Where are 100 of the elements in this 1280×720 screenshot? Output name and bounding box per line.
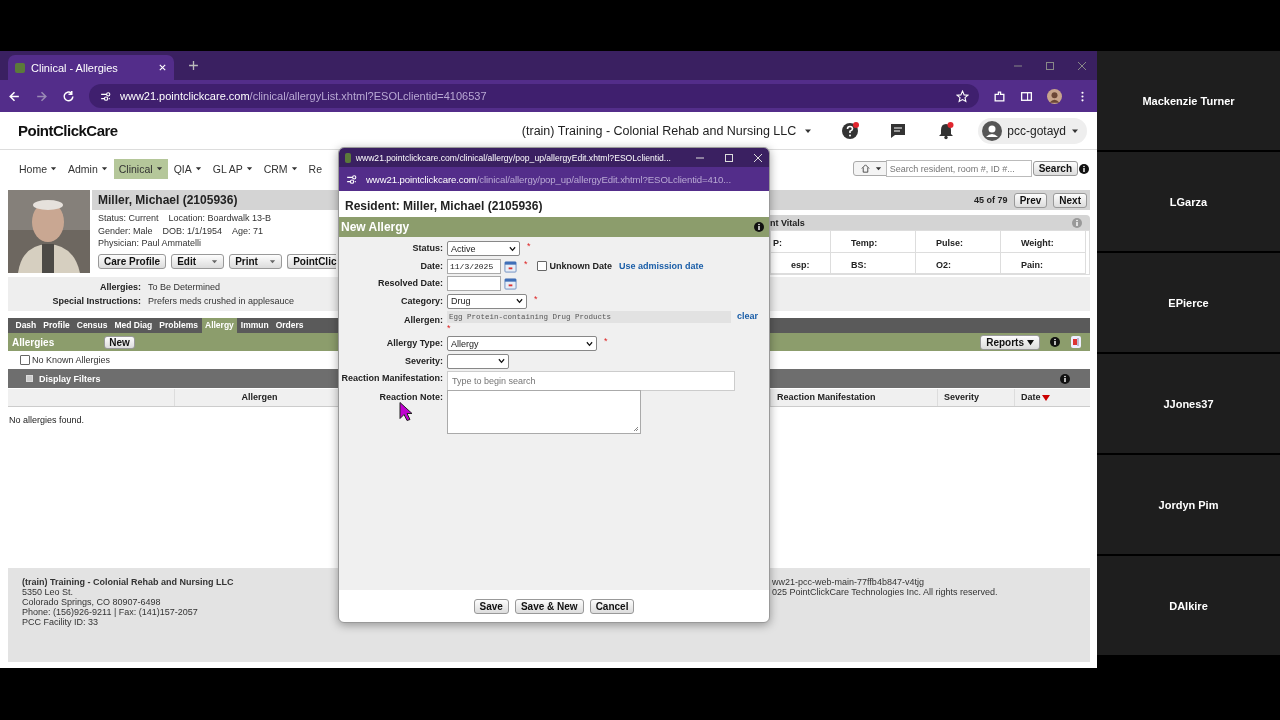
vital-cell: esp: bbox=[771, 252, 831, 274]
section-title: Allergies bbox=[12, 336, 55, 348]
split-dropdown-button[interactable]: Edit bbox=[171, 253, 225, 269]
nav-menu-item[interactable]: Re bbox=[303, 158, 328, 179]
footer-text: (train) Training - Colonial Rehab and Nursing LLC bbox=[22, 577, 235, 587]
prev-button[interactable]: Prev bbox=[1013, 192, 1048, 208]
filters-bar[interactable]: Display Filters bbox=[8, 369, 338, 388]
admission-date-link[interactable]: Use admission date bbox=[619, 261, 704, 271]
clear-link[interactable]: clear bbox=[737, 311, 759, 321]
chart-tab[interactable]: Immun bbox=[237, 318, 273, 333]
url-text: www21.pointclickcare.com/clinical/allergyList.xhtml?ESOLclientid=4106537 bbox=[120, 90, 487, 102]
url-text: www21.pointclickcare.com/clinical/allergy/pop_up/allergyEdit.xhtml?ESOLclientid=410... bbox=[366, 173, 731, 185]
nav-menu-item[interactable]: Home bbox=[14, 158, 62, 179]
participant-name: Mackenzie Turner bbox=[1142, 94, 1235, 107]
checkbox-label: No Known Allergies bbox=[32, 355, 111, 365]
chart-tab[interactable]: Med Diag bbox=[110, 318, 156, 333]
participant-name: LGarza bbox=[1169, 195, 1208, 208]
resident-heading: Resident: Miller, Michael (2105936) bbox=[344, 198, 544, 215]
field-label: Resolved Date: bbox=[376, 277, 443, 288]
care-profile-button[interactable]: Care Profile bbox=[98, 253, 167, 269]
chart-tab[interactable]: Problems bbox=[155, 318, 202, 333]
search-field[interactable]: Type to begin search bbox=[447, 371, 735, 391]
vital-cell: Pain: bbox=[1001, 252, 1086, 274]
footer-text: 025 PointClickCare Technologies Inc. All rights reserved. bbox=[772, 587, 999, 597]
chart-tab[interactable]: Profile bbox=[39, 318, 74, 333]
required-marker: * bbox=[527, 241, 531, 251]
resident-detail: Age: 71 bbox=[232, 224, 264, 237]
field-label: Status: bbox=[411, 242, 443, 253]
column-header[interactable]: Severity bbox=[937, 389, 1014, 406]
footer-text: Phone: (156)926-9211 | Fax: (141)157-2057 bbox=[22, 607, 199, 617]
dropdown[interactable]: Drug bbox=[447, 293, 527, 309]
vital-cell: BS: bbox=[831, 252, 916, 274]
resident-detail: Status: Current bbox=[98, 212, 159, 225]
nav-menu-item[interactable]: CRM bbox=[258, 158, 303, 179]
required-marker: * bbox=[604, 336, 608, 346]
address-bar[interactable]: www21.pointclickcare.com/clinical/allergyList.xhtml?ESOLclientid=4106537 bbox=[89, 84, 979, 108]
dropdown[interactable]: Active bbox=[447, 241, 520, 256]
empty-message: No allergies found. bbox=[8, 415, 86, 425]
resident-search-field[interactable]: Search resident, room #, ID #... bbox=[885, 160, 1032, 177]
pcc-button[interactable]: PointClic bbox=[287, 253, 337, 269]
field-label: Reaction Note: bbox=[378, 391, 443, 402]
record-counter: 45 of 79 bbox=[974, 195, 1008, 205]
field-label: Allergen: bbox=[403, 314, 443, 325]
footer-text: 5350 Leo St. bbox=[22, 587, 75, 597]
field-label: Allergy Type: bbox=[385, 337, 443, 348]
required-marker: * bbox=[447, 323, 451, 333]
note-value: Prefers meds crushed in applesauce bbox=[148, 296, 295, 306]
next-button[interactable]: Next bbox=[1053, 192, 1087, 208]
vitals-title: nt Vitals bbox=[770, 217, 805, 228]
participant-name: JJones37 bbox=[1163, 397, 1214, 410]
checkbox-label: Unknown Date bbox=[549, 261, 613, 271]
participant-name: EPierce bbox=[1168, 296, 1209, 309]
field-label: Reaction Manifestation: bbox=[340, 372, 443, 383]
resident-detail: Gender: Male bbox=[98, 224, 153, 237]
participant-name: Jordyn Pim bbox=[1158, 498, 1219, 511]
user-menu-button[interactable]: pcc-gotayd bbox=[978, 117, 1087, 144]
footer-text: Colorado Springs, CO 80907-6498 bbox=[22, 597, 162, 607]
form-title: New Allergy bbox=[341, 220, 410, 234]
nav-menu-item[interactable]: QIA bbox=[168, 158, 207, 179]
logo[interactable]: PointClickCare bbox=[18, 122, 118, 139]
participant-name: DAlkire bbox=[1169, 599, 1208, 612]
vital-cell: Pulse: bbox=[916, 231, 1001, 253]
chart-tab[interactable]: Dash bbox=[12, 318, 40, 333]
resident-detail: Location: Boardwalk 13-B bbox=[168, 212, 272, 225]
reports-button[interactable]: Reports bbox=[980, 334, 1040, 350]
filters-label[interactable]: Display Filters bbox=[39, 373, 101, 384]
new-button[interactable]: New bbox=[104, 335, 135, 349]
window-title: www21.pointclickcare.com/clinical/allergy/pop_up/allergyEdit.xhtml?ESOLclientid... bbox=[355, 152, 671, 163]
nav-menu-item[interactable]: Clinical bbox=[113, 158, 168, 179]
resident-detail: Physician: Paul Ammatelli bbox=[98, 237, 202, 250]
date-field[interactable]: 11/3/2025 bbox=[447, 258, 501, 274]
facility-selector[interactable]: (train) Training - Colonial Rehab and Nursing LLC bbox=[521, 123, 797, 138]
note-label: Special Instructions: bbox=[51, 296, 141, 306]
dropdown[interactable]: Allergy bbox=[447, 336, 597, 351]
field-label: Severity: bbox=[403, 354, 443, 366]
browser-tab[interactable]: Clinical - Allergies bbox=[8, 55, 174, 80]
resident-name: Miller, Michael (2105936) bbox=[92, 190, 338, 210]
vital-cell: O2: bbox=[916, 252, 1001, 274]
field-label: Date: bbox=[419, 259, 443, 271]
required-marker: * bbox=[534, 293, 538, 304]
nav-menu-item[interactable]: GL AP bbox=[207, 158, 258, 179]
field-label: Category: bbox=[400, 294, 443, 306]
chart-tab[interactable]: Orders bbox=[272, 318, 308, 333]
note-label: Allergies: bbox=[99, 282, 141, 292]
column-header[interactable]: Date bbox=[1014, 389, 1090, 406]
vital-cell: Weight: bbox=[1001, 231, 1086, 253]
vital-cell: Temp: bbox=[831, 231, 916, 253]
note-value: To Be Determined bbox=[148, 282, 221, 292]
form-button[interactable]: Save bbox=[473, 598, 509, 614]
form-button[interactable]: Save & New bbox=[514, 598, 584, 614]
resident-detail: DOB: 1/1/1954 bbox=[162, 224, 223, 237]
form-button[interactable]: Cancel bbox=[589, 598, 635, 614]
footer-text: PCC Facility ID: 33 bbox=[22, 617, 100, 627]
search-button[interactable]: Search bbox=[1032, 161, 1078, 176]
vital-cell: P: bbox=[771, 231, 831, 253]
required-marker: * bbox=[524, 258, 528, 269]
split-dropdown-button[interactable]: Print bbox=[229, 253, 283, 269]
chart-tab[interactable]: Census bbox=[73, 318, 111, 333]
footer-text: ww21-pcc-web-main-77ffb4b847-v4tjg bbox=[772, 577, 925, 587]
nav-menu-item[interactable]: Admin bbox=[63, 158, 113, 179]
